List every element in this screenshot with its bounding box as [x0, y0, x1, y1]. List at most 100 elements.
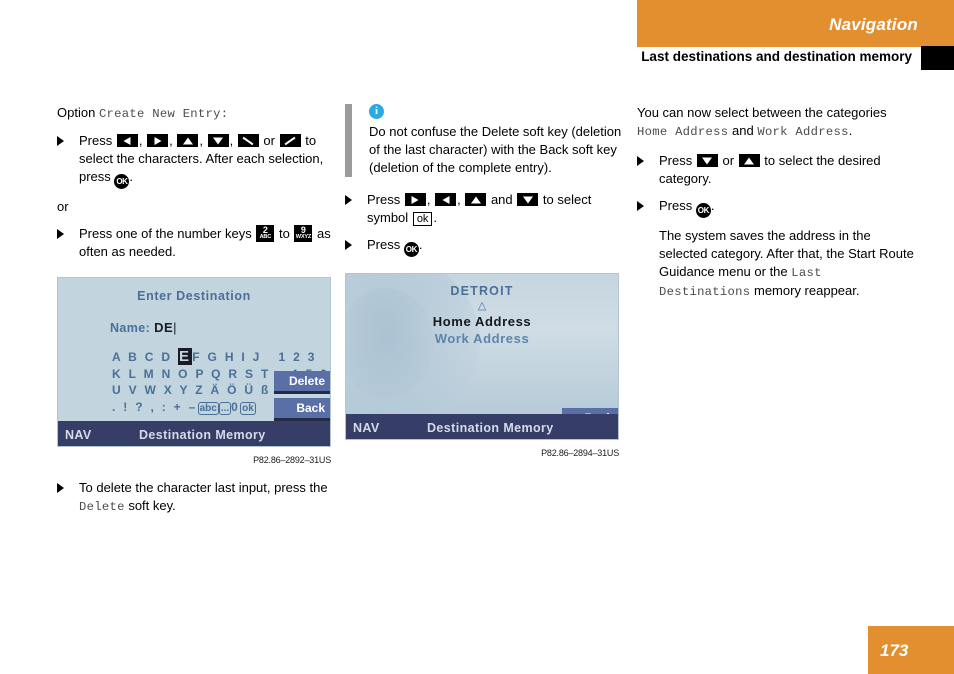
- intro-end: .: [848, 123, 853, 138]
- option-line: Option Create New Entry:: [57, 104, 340, 123]
- step1-end: .: [433, 210, 438, 225]
- info-icon: i: [369, 104, 384, 119]
- or-separator: or: [57, 199, 69, 214]
- diagonal-up-key-icon: [279, 134, 301, 147]
- info-note: i Do not confuse the Delete soft key (de…: [345, 104, 628, 177]
- selected-character[interactable]: E: [177, 348, 193, 365]
- or-label: or: [722, 153, 735, 168]
- list-item-home-address[interactable]: Home Address: [346, 313, 618, 330]
- header-black-marker: [921, 46, 954, 70]
- result-pre: The system saves the address in the sele…: [659, 228, 914, 279]
- step-confirm-ok: Press OK.: [637, 197, 920, 218]
- section-title: Navigation: [829, 15, 918, 34]
- column-middle: i Do not confuse the Delete soft key (de…: [345, 104, 628, 462]
- screen1-status-bar: NAV Destination Memory: [58, 421, 330, 446]
- diagonal-down-key-icon: [237, 134, 259, 147]
- category-home-address: Home Address: [637, 125, 729, 139]
- step1-end: .: [129, 169, 134, 184]
- char-row-1-after: F G H I J 1 2 3: [192, 350, 317, 364]
- and-label: and: [490, 192, 513, 207]
- softkey-delete[interactable]: Delete: [274, 371, 330, 394]
- step2-end: .: [418, 237, 423, 252]
- character-grid[interactable]: A B C D EF G H I J 1 2 3 K L M N O P Q R…: [58, 348, 330, 421]
- column-right: You can now select between the categorie…: [637, 104, 920, 310]
- step2-pre: Press one of the number keys: [79, 226, 252, 241]
- delete-softkey-ref: Delete: [79, 500, 125, 514]
- screen1-name-field[interactable]: Name: DE|: [58, 305, 330, 337]
- bullet-triangle-icon: [57, 483, 64, 493]
- page-root: Navigation Last destinations and destina…: [0, 0, 954, 674]
- char-row-4-symbols: . ! ? , : + –: [112, 399, 198, 414]
- step-select-category: Press or to select the desired category.: [637, 152, 920, 188]
- list-item-work-address[interactable]: Work Address: [346, 330, 618, 347]
- ok-symbol-key[interactable]: ok: [240, 401, 256, 415]
- step2-mid: to: [278, 226, 290, 241]
- bullet-triangle-icon: [345, 195, 352, 205]
- note-side-bar: [345, 104, 352, 177]
- step-select-ok-symbol: Press , , and to select symbol ok.: [345, 191, 628, 227]
- more-symbols-key[interactable]: ...: [218, 401, 232, 415]
- ok-key-icon: OK: [403, 242, 419, 257]
- step-select-characters: Press , , , , or to select the character…: [57, 132, 340, 189]
- press-label: Press: [79, 133, 113, 148]
- result-description: The system saves the address in the sele…: [637, 227, 920, 301]
- bullet-triangle-icon: [637, 156, 644, 166]
- note-text: Do not confuse the Delete soft key (dele…: [369, 124, 622, 175]
- category-work-address: Work Address: [757, 125, 849, 139]
- step-number-keys: Press one of the number keys 2 ABC to 9 WX…: [57, 225, 340, 261]
- nav-mode-label: NAV: [65, 428, 92, 442]
- delete-step-pre: To delete the character last input, pres…: [79, 480, 328, 495]
- abc-mode-key[interactable]: abc: [197, 401, 219, 415]
- press-label: Press: [367, 192, 401, 207]
- up-arrow-key-icon: [177, 134, 199, 147]
- intro-pre: You can now select between the categorie…: [637, 105, 887, 120]
- option-value: Create New Entry:: [98, 107, 229, 121]
- screen1-caption: P82.86–2892–31US: [253, 455, 331, 465]
- text-caret: |: [173, 320, 178, 335]
- press-label: Press: [659, 153, 693, 168]
- page-number-badge: 173: [868, 626, 954, 674]
- name-value: DE: [154, 320, 174, 335]
- ok-key-icon: OK: [114, 174, 130, 189]
- softkey-back[interactable]: Back: [274, 398, 330, 421]
- screen1-title: Enter Destination: [137, 289, 251, 303]
- intro-and: and: [732, 123, 754, 138]
- bullet-triangle-icon: [57, 229, 64, 239]
- nav-screen-detroit: DETROIT △ Home Address Work Address ▽ Ba…: [345, 273, 619, 440]
- nav-context-title: Destination Memory: [427, 421, 554, 435]
- option-label: Option: [57, 105, 96, 120]
- screen1-body: Enter Destination Name: DE| A B C D EF G…: [58, 278, 330, 446]
- up-arrow-key-icon: [738, 154, 760, 167]
- screen2-caption: P82.86–2894–31US: [541, 448, 619, 458]
- step-delete-character: To delete the character last input, pres…: [57, 479, 340, 516]
- ok-symbol-ref: ok: [412, 212, 433, 226]
- char-row-1-before: A B C D: [112, 350, 178, 364]
- step-press-ok: Press OK.: [345, 236, 628, 257]
- nav-mode-label: NAV: [353, 421, 380, 435]
- char-zero[interactable]: 0: [231, 400, 240, 414]
- screen2-title: DETROIT: [450, 284, 514, 298]
- name-label: Name:: [110, 321, 151, 335]
- bullet-triangle-icon: [345, 240, 352, 250]
- right-arrow-key-icon: [404, 193, 426, 206]
- page-subtitle: Last destinations and destination memory: [641, 49, 912, 64]
- press-label: Press: [659, 198, 693, 213]
- bullet-triangle-icon: [57, 136, 64, 146]
- bullet-triangle-icon: [637, 201, 644, 211]
- press-label: Press: [367, 237, 401, 252]
- delete-step-post: soft key.: [128, 498, 176, 513]
- step2-end: .: [710, 198, 715, 213]
- nav-context-title: Destination Memory: [139, 428, 266, 442]
- numkey-9-icon: 9 WXYZ: [294, 225, 313, 242]
- result-post: memory reappear.: [754, 283, 860, 298]
- char-row-1[interactable]: A B C D EF G H I J 1 2 3: [112, 348, 330, 366]
- down-arrow-key-icon: [517, 193, 539, 206]
- right-arrow-key-icon: [147, 134, 169, 147]
- column-left: Option Create New Entry: Press , , , , o…: [57, 104, 340, 525]
- page-number: 173: [880, 641, 909, 660]
- numkey-2-icon: 2 ABC: [256, 225, 275, 242]
- scroll-up-arrow-icon[interactable]: △: [346, 301, 618, 312]
- left-arrow-key-icon: [116, 134, 138, 147]
- category-intro: You can now select between the categorie…: [637, 104, 920, 141]
- up-arrow-key-icon: [465, 193, 487, 206]
